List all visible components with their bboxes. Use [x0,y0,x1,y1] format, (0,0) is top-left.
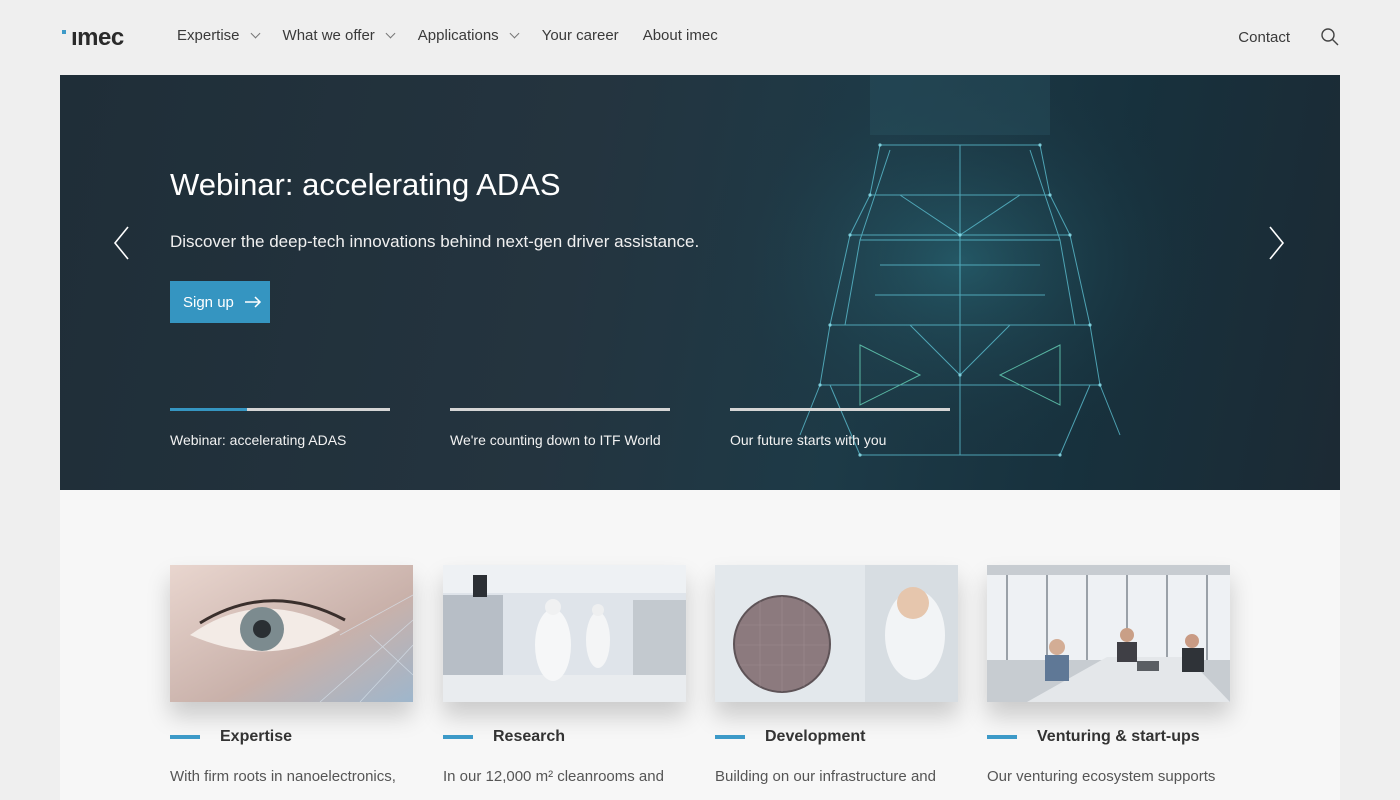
header-actions: Contact [1238,27,1340,47]
carousel-next-arrow-icon[interactable] [1266,225,1286,261]
site-header: ımec Expertise What we offer Application… [0,0,1400,75]
sign-up-button-label: Sign up [183,293,234,311]
card-image-eye [170,565,413,702]
content-section: Expertise With firm roots in nanoelectro… [60,490,1340,800]
nav-item-label: What we offer [282,27,375,44]
card-title: Development [765,728,866,745]
slide-progress-bar [170,408,390,411]
accent-dash [443,735,473,739]
nav-item-label: Your career [541,27,619,44]
search-icon[interactable] [1320,27,1340,47]
card-image-wafer [715,565,958,702]
slide-tab-2[interactable]: We're counting down to ITF World [450,408,670,448]
nav-item-what-we-offer[interactable]: What we offer [282,27,396,44]
nav-item-about-imec[interactable]: About imec [643,27,718,44]
slide-progress-bar [730,408,950,411]
card-image-cleanroom [443,565,686,702]
carousel-prev-arrow-icon[interactable] [112,225,132,261]
accent-dash [987,735,1017,739]
arrow-right-icon [244,296,262,308]
card-heading: Development [715,728,958,746]
card-text: In our 12,000 m² cleanrooms and [443,768,664,785]
card-title: Expertise [220,728,293,745]
contact-link[interactable]: Contact [1238,29,1290,46]
hero-title: Webinar: accelerating ADAS [170,167,561,202]
logo-dot [62,30,66,34]
nav-item-expertise[interactable]: Expertise [177,27,260,44]
main-nav: Expertise What we offer Applications You… [177,27,742,44]
card-expertise[interactable]: Expertise With firm roots in nanoelectro… [170,565,413,785]
card-heading: Research [443,728,686,746]
hero-subtitle: Discover the deep-tech innovations behin… [170,232,700,251]
slide-tab-label: We're counting down to ITF World [450,432,661,448]
card-research[interactable]: Research In our 12,000 m² cleanrooms and [443,565,686,785]
card-heading: Expertise [170,728,413,746]
card-title: Research [493,728,566,745]
card-image-meeting [987,565,1230,702]
sign-up-button[interactable]: Sign up [170,281,270,323]
nav-item-label: About imec [642,27,718,44]
nav-item-label: Applications [417,27,499,44]
imec-logo[interactable]: ımec [62,26,124,50]
card-text: Our venturing ecosystem supports [987,768,1216,785]
card-title: Venturing & start-ups [1037,728,1200,745]
chevron-down-icon [250,28,260,38]
slide-progress-bar [450,408,670,411]
card-venturing[interactable]: Venturing & start-ups Our venturing ecos… [987,565,1230,785]
accent-dash [715,735,745,739]
nav-item-your-career[interactable]: Your career [542,27,619,44]
chevron-down-icon [385,28,396,38]
card-text: With firm roots in nanoelectronics, [170,768,396,785]
nav-item-label: Expertise [177,27,240,44]
slide-tab-label: Our future starts with you [730,432,887,448]
hero-carousel: Webinar: accelerating ADAS Discover the … [60,75,1340,490]
logo-text: ımec [71,24,124,51]
chevron-down-icon [509,28,520,38]
slide-tab-3[interactable]: Our future starts with you [730,408,950,448]
slide-tab-1[interactable]: Webinar: accelerating ADAS [170,408,390,448]
card-development[interactable]: Development Building on our infrastructu… [715,565,958,785]
nav-item-applications[interactable]: Applications [417,27,520,44]
slide-tab-label: Webinar: accelerating ADAS [170,432,347,448]
carousel-slide-tabs: Webinar: accelerating ADAS We're countin… [170,408,1010,448]
accent-dash [170,735,200,739]
card-text: Building on our infrastructure and [715,768,936,785]
card-heading: Venturing & start-ups [987,728,1230,746]
